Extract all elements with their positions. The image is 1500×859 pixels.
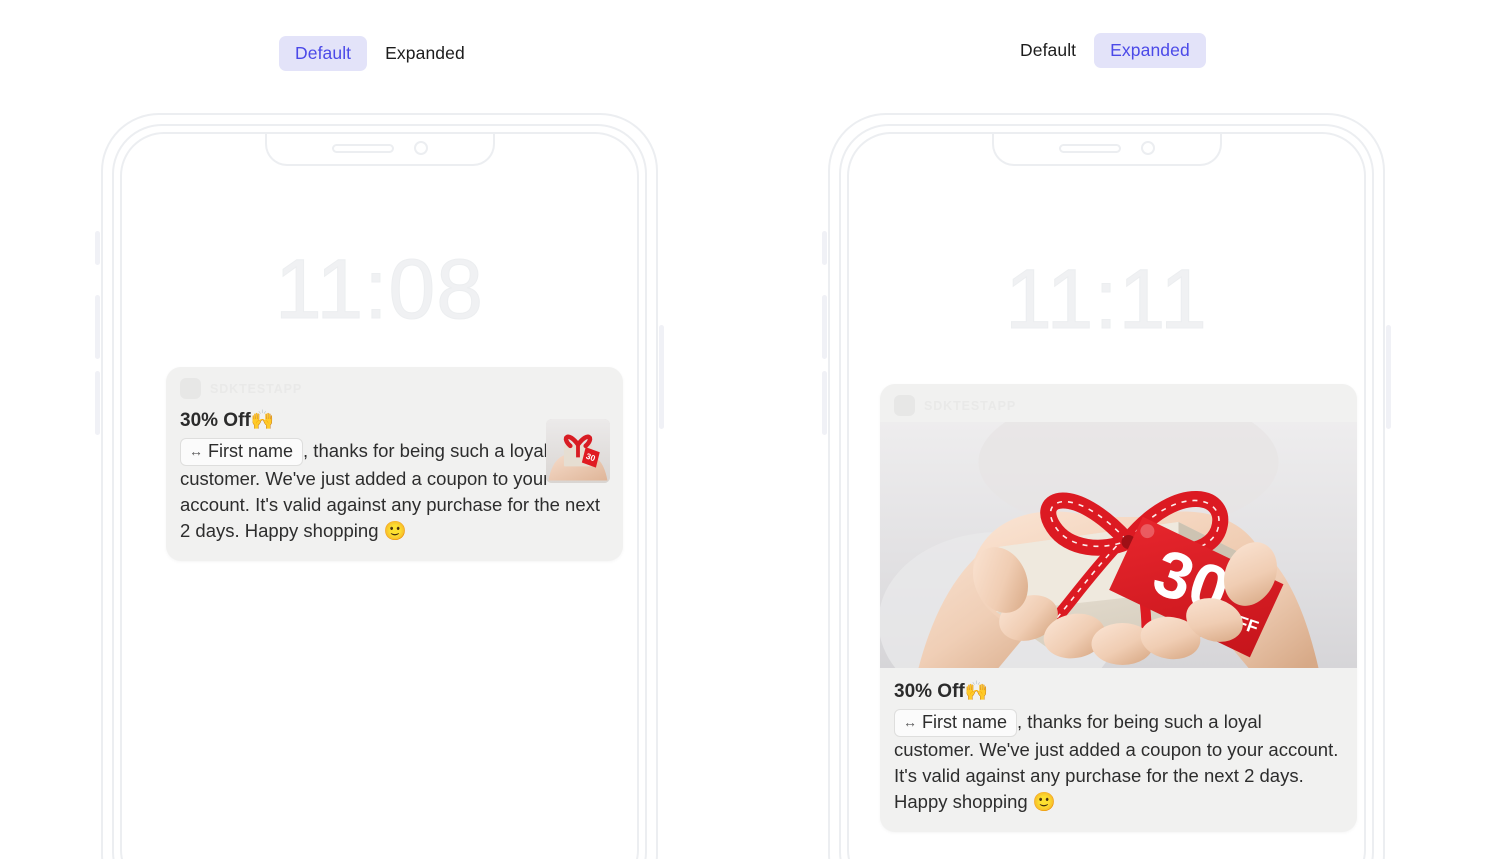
lockscreen-clock: 11:08 [275,242,484,337]
notification-title-text: 30% Off [894,681,965,702]
raising-hands-emoji: 🙌 [964,680,989,702]
left-right-arrow-icon: ↔ [903,713,917,730]
toggle-option-expanded[interactable]: Expanded [369,36,481,71]
raising-hands-emoji: 🙌 [250,409,275,431]
slightly-smiling-face-emoji: 🙂 [383,521,407,543]
phone-mockup-default: 11:08 SDKTESTAPP 30% Off🙌 ↔ First name, t… [95,113,664,859]
view-mode-toggle-default[interactable]: Default Expanded [279,36,481,72]
app-name-label: SDKTESTAPP [924,398,1017,413]
notification-card-default[interactable]: SDKTESTAPP 30% Off🙌 ↔ First name, thanks … [166,367,623,562]
app-name-label: SDKTESTAPP [210,381,303,396]
notification-message: ↔ First name, thanks for being such a loy… [180,438,609,545]
notification-title: 30% Off🙌 [894,680,1343,704]
notification-message: ↔ First name, thanks for being such a loy… [894,709,1343,816]
volume-down-button[interactable] [822,371,827,435]
earpiece-speaker-icon [331,143,394,153]
volume-up-button[interactable] [822,295,827,359]
phone-mockup-expanded: 11:11 SDKTESTAPP 30 30% Off🙌 ↔ First nam… [822,113,1391,859]
earpiece-speaker-icon [1058,143,1121,153]
silent-switch-button[interactable] [95,231,100,265]
notification-hero-image[interactable]: 30 % OFF [880,422,1357,668]
front-camera-icon [1140,141,1155,155]
merge-tag-label: First name [922,712,1008,733]
phone-notch [991,134,1222,166]
view-mode-toggle-expanded[interactable]: Default Expanded [1004,33,1206,69]
power-button[interactable] [1386,325,1391,429]
notification-body: 30% Off🙌 ↔ First name, thanks for being s… [880,668,1357,832]
left-right-arrow-icon: ↔ [189,442,203,459]
slightly-smiling-face-emoji: 🙂 [1032,792,1056,814]
lockscreen-clock: 11:11 [1005,252,1208,347]
volume-up-button[interactable] [95,295,100,359]
preview-stage: Default Expanded 11:08 SDKTESTAPP 30% Of… [0,0,1500,859]
toggle-option-default[interactable]: Default [279,36,368,72]
merge-tag-first-name[interactable]: ↔ First name [894,709,1018,738]
notification-title: 30% Off🙌 [180,409,609,433]
app-icon [894,395,915,416]
front-camera-icon [413,141,428,155]
silent-switch-button[interactable] [822,231,827,265]
app-icon [180,378,201,399]
phone-notch [264,134,495,166]
merge-tag-first-name[interactable]: ↔ First name [180,438,304,467]
notification-card-expanded[interactable]: SDKTESTAPP 30 30% Off🙌 ↔ First name , th… [880,384,1357,833]
notification-title-text: 30% Off [180,410,251,431]
merge-tag-label: First name [208,441,294,462]
toggle-option-default[interactable]: Default [1004,33,1092,68]
power-button[interactable] [659,325,664,429]
notification-thumbnail-image[interactable]: 30 [546,419,610,483]
notification-header: SDKTESTAPP [166,367,623,405]
notification-header: SDKTESTAPP [880,384,1357,422]
toggle-option-expanded[interactable]: Expanded [1094,33,1206,69]
phone-screen-expanded: 11:11 SDKTESTAPP 30 30% Off🙌 ↔ First nam… [847,132,1366,859]
phone-screen-default: 11:08 SDKTESTAPP 30% Off🙌 ↔ First name, t… [120,132,639,859]
volume-down-button[interactable] [95,371,100,435]
